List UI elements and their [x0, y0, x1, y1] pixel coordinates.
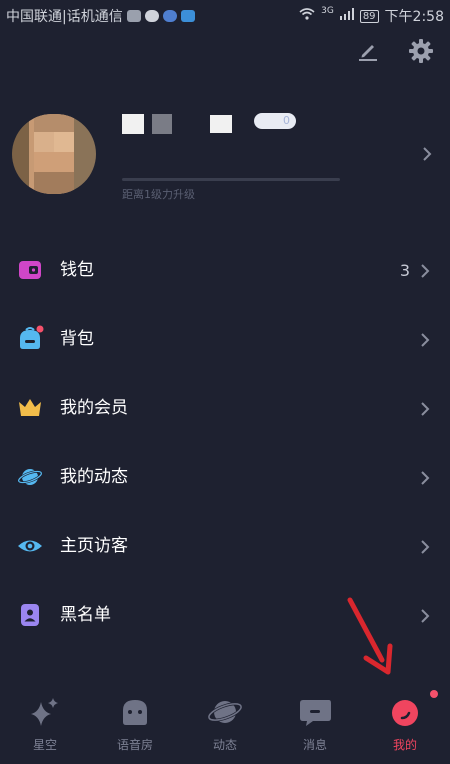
menu-item-membership[interactable]: 我的会员 — [0, 374, 450, 443]
photo-app-icon — [126, 10, 141, 22]
avatar[interactable] — [12, 114, 96, 194]
tab-messages[interactable]: 消息 — [270, 684, 360, 764]
chat-bubble-icon — [144, 10, 159, 22]
edit-icon[interactable] — [356, 38, 380, 64]
browser-icon — [162, 10, 177, 22]
profile-icon — [387, 696, 423, 728]
message-icon — [297, 696, 333, 728]
carrier-text: 中国联通|话机通信 — [6, 9, 123, 25]
blacklist-icon — [18, 603, 42, 627]
menu-item-label: 我的会员 — [60, 398, 128, 418]
tab-label: 我的 — [392, 738, 417, 752]
menu-item-my-posts[interactable]: 我的动态 — [0, 443, 450, 512]
menu-item-label: 黑名单 — [60, 605, 111, 625]
level-progress-text: 距离1级力升级 — [122, 188, 195, 201]
chevron-right-icon — [420, 332, 430, 351]
tab-label: 星空 — [32, 738, 57, 752]
menu-item-backpack[interactable]: 背包 — [0, 305, 450, 374]
level-progress-bar — [122, 178, 340, 181]
menu-item-label: 我的动态 — [60, 467, 128, 487]
menu-item-visitors[interactable]: 主页访客 — [0, 512, 450, 581]
backpack-icon — [18, 325, 44, 351]
tab-label: 消息 — [302, 738, 327, 752]
chevron-right-icon — [420, 608, 430, 627]
annotation-arrow — [344, 596, 400, 684]
menu-list: 钱包 3 背包 我的会员 我的动态 主页访客 黑名单 — [0, 236, 450, 650]
chevron-right-icon — [420, 263, 430, 282]
planet-icon — [17, 465, 43, 489]
menu-item-wallet[interactable]: 钱包 3 — [0, 236, 450, 305]
settings-gear-icon[interactable] — [408, 38, 434, 64]
sparkle-icon — [27, 696, 63, 728]
tab-label: 语音房 — [116, 738, 153, 752]
eye-icon — [18, 534, 42, 558]
menu-item-label: 背包 — [60, 329, 94, 349]
app-notification-icon — [180, 10, 195, 22]
menu-item-label: 钱包 — [60, 260, 94, 280]
tab-star-sky[interactable]: 星空 — [0, 684, 90, 764]
chevron-right-icon — [420, 539, 430, 558]
bottom-tab-bar: 星空 语音房 动态 消息 我的 — [0, 684, 450, 764]
wallet-count: 3 — [399, 261, 410, 280]
battery-level: 89 — [359, 9, 379, 23]
chevron-right-icon — [420, 401, 430, 420]
level-badge: 0 — [254, 113, 296, 129]
menu-item-label: 主页访客 — [60, 536, 128, 556]
notification-dot — [430, 690, 438, 698]
chevron-right-icon — [420, 470, 430, 489]
profile-chevron-right-icon[interactable] — [422, 146, 432, 165]
tab-label: 动态 — [212, 738, 237, 752]
username-redacted — [122, 113, 232, 135]
top-actions — [356, 38, 434, 64]
clock: 下午2:58 — [384, 9, 444, 25]
tab-me[interactable]: 我的 — [360, 684, 450, 764]
wallet-icon — [18, 258, 42, 282]
tab-moments[interactable]: 动态 — [180, 684, 270, 764]
network-type: 3G — [321, 6, 334, 16]
voice-room-icon — [117, 696, 153, 728]
status-bar: 中国联通|话机通信 3G 89 下午2:58 — [0, 0, 450, 30]
crown-icon — [18, 396, 42, 420]
tab-voice-room[interactable]: 语音房 — [90, 684, 180, 764]
signal-icon — [339, 8, 354, 24]
wifi-icon — [299, 8, 315, 24]
planet-icon — [207, 696, 243, 728]
